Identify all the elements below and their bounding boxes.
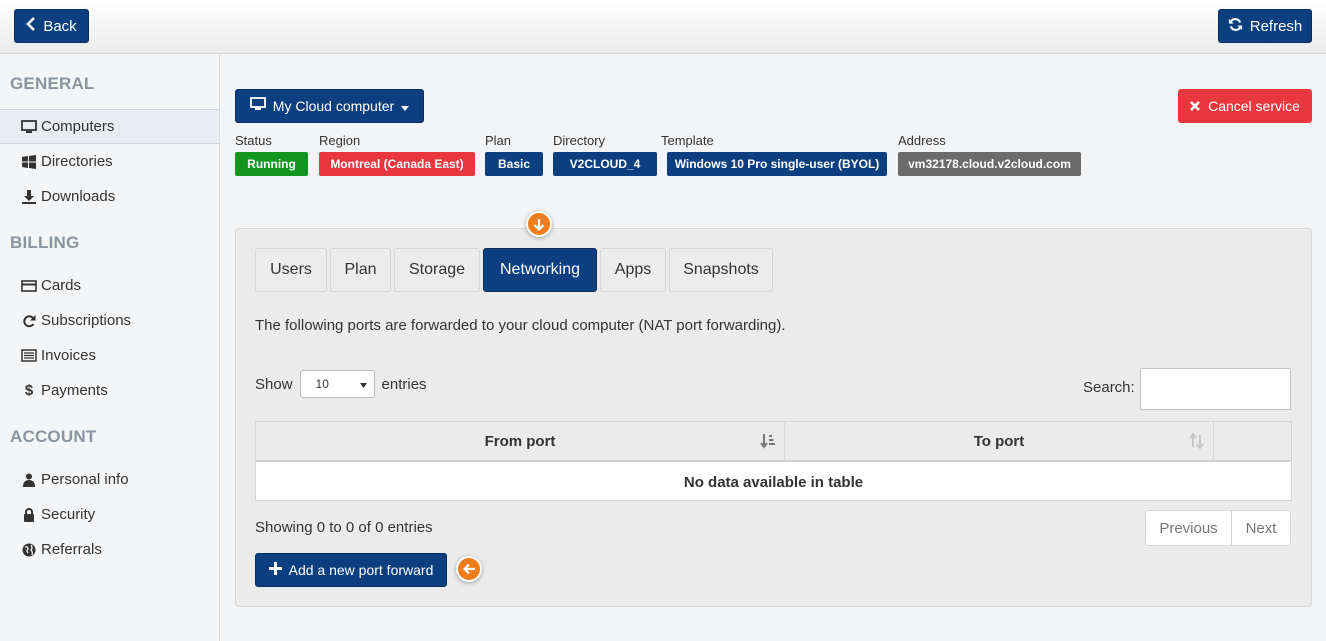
sidebar-item-security[interactable]: Security	[0, 497, 219, 532]
windows-icon	[18, 154, 40, 169]
sidebar-item-subscriptions[interactable]: Subscriptions	[0, 303, 219, 338]
top-bar: Back Refresh	[0, 0, 1326, 54]
next-page-button[interactable]: Next	[1232, 511, 1290, 545]
refresh-button[interactable]: Refresh	[1218, 9, 1312, 43]
port-forward-table: From port To port No data available in t…	[255, 421, 1292, 501]
main-content: My Cloud computer Cancel service Status …	[220, 54, 1326, 641]
sidebar-item-label: Security	[41, 506, 96, 523]
user-icon	[18, 473, 40, 487]
sidebar-item-computers[interactable]: Computers	[0, 109, 219, 144]
region-badge: Montreal (Canada East)	[319, 152, 475, 176]
tab-apps[interactable]: Apps	[600, 248, 666, 292]
search-label: Search:	[1083, 379, 1135, 396]
sidebar-item-personal-info[interactable]: Personal info	[0, 462, 219, 497]
column-header-from-port[interactable]: From port	[256, 422, 785, 462]
address-badge: vm32178.cloud.v2cloud.com	[898, 152, 1081, 176]
close-icon	[1190, 98, 1200, 114]
search-input[interactable]	[1140, 368, 1291, 410]
entries-label: entries	[381, 375, 427, 393]
back-button[interactable]: Back	[14, 9, 89, 43]
refresh-icon	[18, 314, 40, 328]
sidebar-heading-billing: BILLING	[10, 233, 80, 252]
region-label: Region	[319, 133, 361, 148]
sidebar-item-label: Directories	[41, 153, 113, 170]
tab-plan[interactable]: Plan	[330, 248, 391, 292]
add-port-forward-label: Add a new port forward	[288, 562, 434, 578]
networking-description: The following ports are forwarded to you…	[255, 317, 786, 334]
sidebar-item-invoices[interactable]: Invoices	[0, 338, 219, 373]
arrow-left-marker-icon	[456, 556, 482, 582]
plus-icon	[268, 562, 282, 578]
monitor-icon	[18, 119, 40, 134]
pagination: Previous Next	[1145, 510, 1291, 546]
status-badge: Running	[235, 152, 308, 176]
sidebar-item-downloads[interactable]: Downloads	[0, 179, 219, 214]
address-label: Address	[898, 133, 946, 148]
entries-length-control: Show 10 entries	[255, 370, 427, 398]
monitor-icon	[249, 97, 266, 115]
back-label: Back	[43, 17, 77, 35]
sidebar-heading-account: ACCOUNT	[10, 427, 97, 446]
column-header-to-port[interactable]: To port	[785, 422, 1214, 462]
entries-select-value: 10	[315, 377, 329, 391]
sidebar-item-label: Payments	[41, 382, 108, 399]
download-icon	[18, 189, 40, 204]
sidebar-item-directories[interactable]: Directories	[0, 144, 219, 179]
sidebar-item-label: Downloads	[41, 188, 116, 205]
entries-select[interactable]: 10	[299, 370, 375, 398]
lock-icon	[18, 507, 40, 522]
sidebar-item-label: Referrals	[41, 541, 102, 558]
template-label: Template	[661, 133, 714, 148]
show-label: Show	[255, 375, 293, 393]
table-info-text: Showing 0 to 0 of 0 entries	[255, 519, 433, 536]
caret-down-icon	[401, 98, 410, 115]
cancel-service-label: Cancel service	[1208, 98, 1300, 114]
sidebar: GENERAL Computers Directories Downloads …	[0, 54, 220, 641]
sidebar-item-cards[interactable]: Cards	[0, 268, 219, 303]
tab-snapshots[interactable]: Snapshots	[669, 248, 773, 292]
computer-menu-label: My Cloud computer	[272, 98, 395, 114]
sidebar-item-payments[interactable]: $ Payments	[0, 373, 219, 408]
computer-menu-button[interactable]: My Cloud computer	[235, 89, 424, 123]
column-header-actions	[1214, 422, 1291, 462]
sidebar-item-label: Subscriptions	[41, 312, 132, 329]
credit-card-icon	[18, 279, 40, 292]
template-badge: Windows 10 Pro single-user (BYOL)	[667, 152, 887, 176]
tab-networking[interactable]: Networking	[483, 248, 597, 292]
sidebar-item-label: Cards	[41, 277, 82, 294]
chevron-left-icon	[26, 17, 36, 35]
column-header-label: From port	[484, 432, 556, 450]
caret-down-icon	[359, 377, 367, 391]
sidebar-item-label: Invoices	[41, 347, 97, 364]
directory-badge: V2CLOUD_4	[553, 152, 657, 176]
column-header-label: To port	[973, 432, 1025, 450]
refresh-label: Refresh	[1249, 17, 1303, 35]
directory-label: Directory	[553, 133, 606, 148]
add-port-forward-button[interactable]: Add a new port forward	[255, 553, 447, 587]
sort-ascending-icon	[760, 433, 776, 453]
previous-page-button[interactable]: Previous	[1146, 511, 1232, 545]
sidebar-heading-general: GENERAL	[10, 74, 95, 93]
sort-both-icon	[1189, 432, 1205, 453]
refresh-icon	[1228, 17, 1243, 36]
status-label: Status	[235, 133, 272, 148]
list-icon	[18, 349, 40, 362]
cancel-service-button[interactable]: Cancel service	[1178, 89, 1312, 123]
plan-badge: Basic	[485, 152, 543, 176]
arrow-down-marker-icon	[526, 211, 552, 237]
plan-label: Plan	[485, 133, 512, 148]
sidebar-item-referrals[interactable]: Referrals	[0, 532, 219, 567]
dollar-icon: $	[24, 382, 34, 399]
tab-users[interactable]: Users	[255, 248, 327, 292]
globe-icon	[18, 543, 40, 557]
sidebar-item-label: Personal info	[41, 471, 129, 488]
empty-table-message: No data available in table	[683, 473, 864, 491]
sidebar-item-label: Computers	[41, 118, 115, 135]
tab-storage[interactable]: Storage	[394, 248, 480, 292]
